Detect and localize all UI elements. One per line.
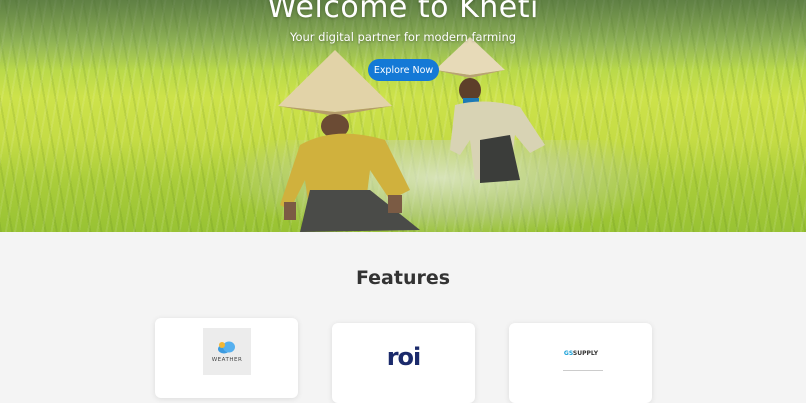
feature-card-weather[interactable]: WEATHER [155,318,298,398]
hero-subtitle: Your digital partner for modern farming [289,30,517,44]
weather-logo: WEATHER [203,328,251,375]
feature-card-supply[interactable]: GSSUPPLY [509,323,652,403]
features-heading: Features [355,267,451,289]
supply-logo-divider [563,370,603,371]
supply-logo: GSSUPPLY [561,350,601,357]
weather-logo-text: WEATHER [211,356,243,363]
supply-logo-prefix: GS [563,350,573,357]
hero-title: Welcome to Kheti [267,0,539,25]
explore-now-button[interactable]: Explore Now [368,59,439,81]
cloud-icon [218,341,235,353]
roi-logo: roi [386,343,422,371]
feature-card-roi[interactable]: roi [332,323,475,403]
hero-section: Welcome to Kheti Your digital partner fo… [0,0,806,232]
farmer-illustration-back [435,37,545,183]
supply-logo-suffix: SUPPLY [572,350,599,357]
